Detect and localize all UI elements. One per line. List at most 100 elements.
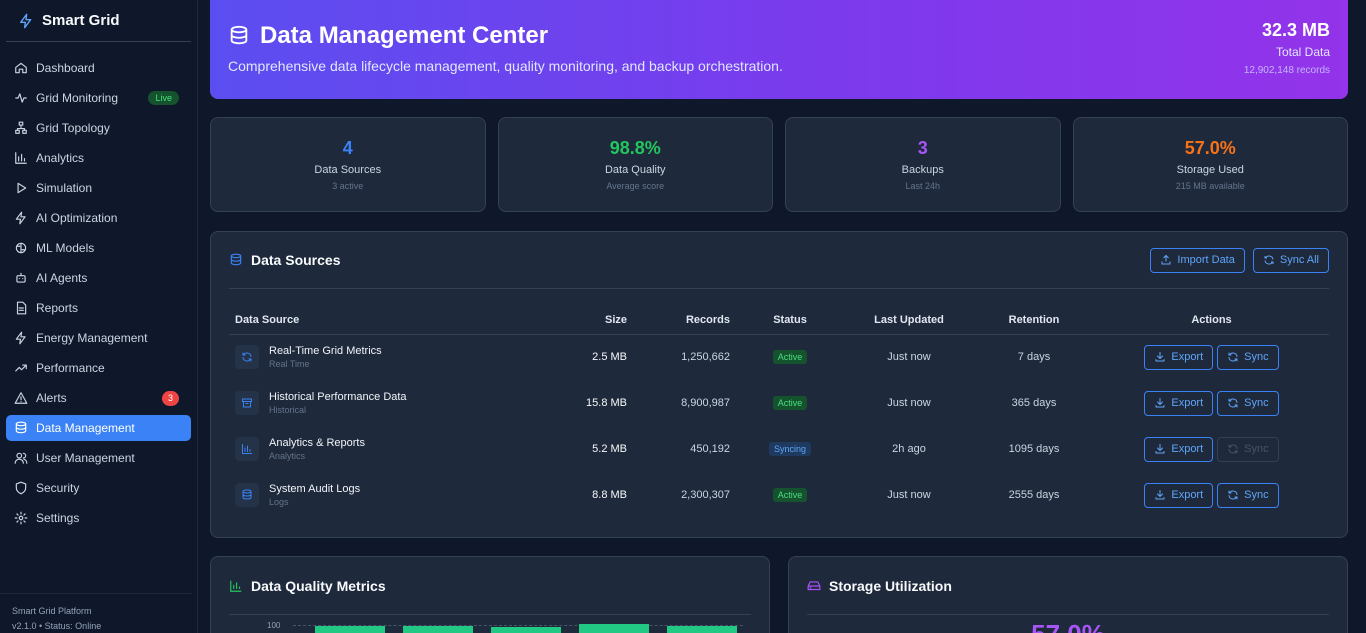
source-size: 8.8 MB (592, 489, 627, 501)
sidebar-item-label: User Management (36, 451, 135, 465)
data-sources-table: Data Source Size Records Status Last Upd… (229, 306, 1329, 518)
export-button[interactable]: Export (1144, 436, 1214, 462)
stat-label: Storage Used (1176, 164, 1244, 176)
sidebar-item-label: Security (36, 481, 80, 495)
sync-button[interactable]: Sync (1217, 344, 1279, 370)
sync-button[interactable]: Sync (1217, 436, 1279, 462)
source-last-updated: 2h ago (892, 443, 926, 455)
sync-all-button[interactable]: Sync All (1252, 247, 1329, 273)
source-retention: 1095 days (1008, 443, 1060, 455)
sidebar-item-reports[interactable]: Reports (6, 295, 191, 321)
source-category: Real Time (269, 359, 310, 370)
sync-button[interactable]: Sync (1217, 390, 1279, 416)
sidebar-item-ai-agents[interactable]: AI Agents (6, 265, 191, 291)
quality-bar (315, 626, 385, 633)
source-size: 5.2 MB (592, 443, 627, 455)
quality-chart: 100 (229, 615, 751, 633)
storage-utilization-panel: Storage Utilization 57.0% (788, 556, 1348, 633)
panel-title: Data Quality Metrics (251, 577, 386, 594)
sidebar-item-label: Settings (36, 511, 80, 525)
sidebar-item-label: Data Management (36, 421, 135, 435)
export-button[interactable]: Export (1144, 344, 1214, 370)
stat-label: Data Sources (314, 164, 382, 176)
refresh-icon (1227, 443, 1239, 455)
quality-bar (579, 624, 649, 633)
sidebar-item-ml-models[interactable]: ML Models (6, 235, 191, 261)
import-data-label: Import Data (1177, 254, 1235, 266)
stat-card: 57.0% Storage Used 215 MB available (1072, 117, 1348, 212)
col-size: Size (579, 306, 633, 335)
users-icon (14, 451, 28, 465)
source-retention: 365 days (1011, 397, 1057, 409)
source-name: Historical Performance Data (269, 391, 407, 403)
quality-bar (491, 627, 561, 633)
sidebar-item-alerts[interactable]: Alerts 3 (6, 385, 191, 411)
stat-value: 3 (917, 138, 928, 158)
sidebar-item-dashboard[interactable]: Dashboard (6, 55, 191, 81)
sidebar-item-simulation[interactable]: Simulation (6, 175, 191, 201)
sidebar-item-data-management[interactable]: Data Management (6, 415, 191, 441)
data-sources-panel: Data Sources Import Data Sync All Data S… (210, 231, 1348, 538)
sidebar-item-ai-optimization[interactable]: AI Optimization (6, 205, 191, 231)
source-retention: 2555 days (1008, 489, 1060, 501)
source-last-updated: Just now (887, 351, 931, 364)
brand[interactable]: Smart Grid (6, 0, 191, 42)
sidebar-item-analytics[interactable]: Analytics (6, 145, 191, 171)
sidebar-item-label: Alerts (36, 391, 67, 405)
platform-name: Smart Grid Platform (12, 606, 92, 616)
export-button[interactable]: Export (1144, 390, 1214, 416)
stat-cards: 4 Data Sources 3 active 98.8% Data Quality Av… (210, 117, 1348, 212)
refresh-icon (1227, 351, 1239, 363)
status-badge: Active (772, 396, 808, 410)
live-badge: Live (148, 91, 179, 105)
table-row: Real-Time Grid Metrics Real Time 2.5 MB 1,2… (229, 334, 1329, 380)
sync-all-label: Sync All (1279, 254, 1319, 266)
sidebar: Smart Grid Dashboard Grid Monitoring Live G… (0, 0, 198, 633)
source-name: Analytics & Reports (269, 437, 365, 449)
sidebar-item-user-management[interactable]: User Management (6, 445, 191, 471)
status-badge: Syncing (768, 442, 812, 456)
upload-icon (1160, 254, 1172, 266)
archive-icon (235, 391, 259, 415)
refresh-icon (1227, 397, 1239, 409)
sync-label: Sync (1244, 351, 1269, 364)
data-quality-panel: Data Quality Metrics 100 (210, 556, 770, 633)
source-size: 15.8 MB (586, 397, 627, 409)
sidebar-item-label: Reports (36, 301, 79, 315)
export-label: Export (1171, 443, 1204, 455)
database-icon (229, 253, 243, 267)
import-data-button[interactable]: Import Data (1150, 247, 1245, 273)
table-row: Historical Performance Data Historical 15.… (229, 380, 1329, 426)
stat-value: 57.0% (1184, 138, 1236, 158)
refresh-icon (1227, 489, 1239, 501)
sidebar-item-label: Performance (36, 361, 105, 375)
brain-icon (14, 241, 28, 255)
gear-icon (14, 511, 28, 525)
refresh-icon (1263, 254, 1275, 266)
sync-label: Sync (1244, 397, 1269, 409)
sidebar-item-energy-management[interactable]: Energy Management (6, 325, 191, 351)
hero-banner: Data Management Center Comprehensive dat… (210, 0, 1348, 99)
export-button[interactable]: Export (1144, 482, 1214, 508)
col-actions: Actions (1094, 306, 1329, 335)
sidebar-item-security[interactable]: Security (6, 475, 191, 501)
export-label: Export (1171, 351, 1204, 364)
stat-value: 4 (342, 138, 353, 158)
source-last-updated: Just now (887, 489, 931, 501)
refresh-icon (235, 345, 259, 370)
download-icon (1154, 489, 1166, 501)
sidebar-item-settings[interactable]: Settings (6, 505, 191, 531)
shield-icon (14, 481, 28, 495)
y-axis-tick: 100 (267, 621, 281, 630)
sidebar-item-grid-monitoring[interactable]: Grid Monitoring Live (6, 85, 191, 111)
status-badge: Active (772, 488, 808, 502)
source-records: 8,900,987 (681, 397, 730, 409)
source-size: 2.5 MB (592, 351, 627, 364)
sync-button[interactable]: Sync (1217, 482, 1279, 508)
bolt-logo-icon (18, 13, 34, 29)
total-data-summary: 32.3 MB Total Data 12,902,148 records (1244, 20, 1330, 76)
sidebar-item-performance[interactable]: Performance (6, 355, 191, 381)
bar-chart-icon (235, 437, 259, 461)
source-last-updated: Just now (887, 397, 931, 409)
sidebar-item-grid-topology[interactable]: Grid Topology (6, 115, 191, 141)
